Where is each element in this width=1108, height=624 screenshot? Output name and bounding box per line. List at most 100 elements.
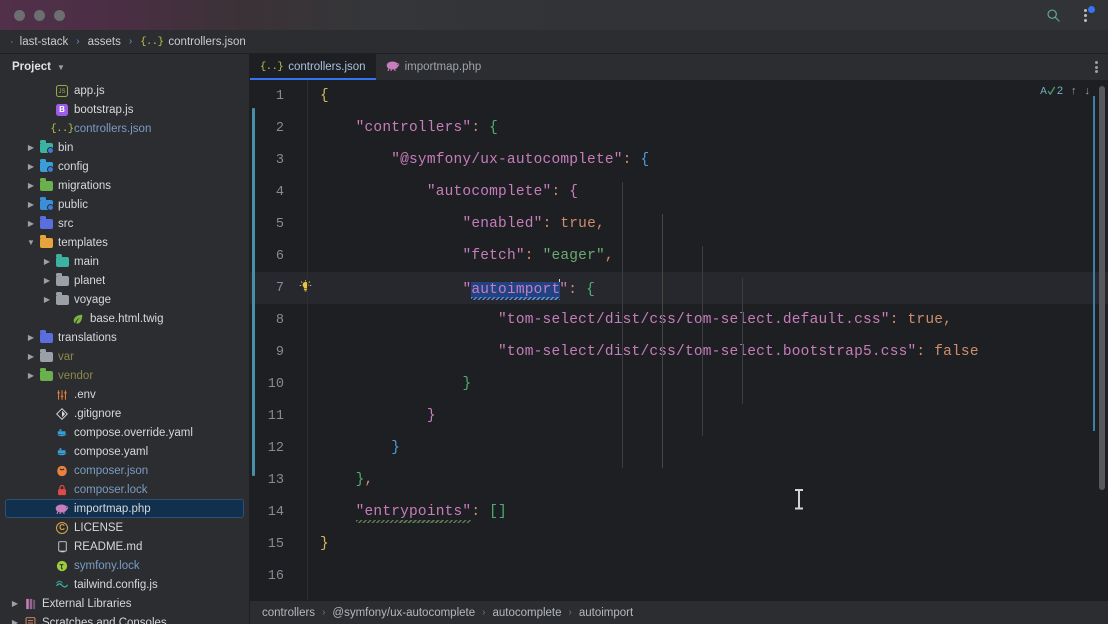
line-number[interactable]: 12 [250, 441, 290, 456]
tree-item-vendor[interactable]: ▶vendor [0, 366, 249, 385]
code-text[interactable]: "autoimport": { [320, 279, 1108, 298]
line-number[interactable]: 10 [250, 377, 290, 392]
chevron-down-icon[interactable]: ▼ [24, 238, 38, 247]
tree-item-scratches-and-consoles[interactable]: ▶Scratches and Consoles [0, 613, 249, 624]
code-line[interactable]: 8 "tom-select/dist/css/tom-select.defaul… [250, 304, 1108, 336]
tree-item-main[interactable]: ▶main [0, 252, 249, 271]
structure-crumb[interactable]: @symfony/ux-autocomplete [332, 607, 475, 619]
maximize-window-button[interactable] [54, 10, 65, 21]
line-number[interactable]: 13 [250, 473, 290, 488]
code-line[interactable]: 11 } [250, 400, 1108, 432]
code-text[interactable]: }, [320, 472, 1108, 488]
code-text[interactable]: "tom-select/dist/css/tom-select.default.… [320, 312, 1108, 328]
editor-scrollbar[interactable] [1099, 86, 1105, 490]
tree-item-importmap-php[interactable]: importmap.php [5, 499, 244, 518]
close-window-button[interactable] [14, 10, 25, 21]
lightbulb-icon[interactable] [290, 280, 320, 297]
breadcrumb-item-assets[interactable]: assets [86, 36, 123, 48]
line-number[interactable]: 11 [250, 409, 290, 424]
selected-token[interactable]: autoimport [471, 282, 560, 298]
tree-item-translations[interactable]: ▶translations [0, 328, 249, 347]
tree-item-voyage[interactable]: ▶voyage [0, 290, 249, 309]
line-number[interactable]: 9 [250, 345, 290, 360]
editor-tab-controllers-json[interactable]: {..}controllers.json [250, 54, 376, 80]
tree-item-planet[interactable]: ▶planet [0, 271, 249, 290]
line-number[interactable]: 5 [250, 217, 290, 232]
line-number[interactable]: 4 [250, 185, 290, 200]
minimize-window-button[interactable] [34, 10, 45, 21]
chevron-right-icon[interactable]: ▶ [24, 181, 38, 190]
line-number[interactable]: 16 [250, 569, 290, 584]
tree-item-symfony-lock[interactable]: symfony.lock [0, 556, 249, 575]
line-number[interactable]: 2 [250, 121, 290, 136]
tree-item-compose-override-yaml[interactable]: compose.override.yaml [0, 423, 249, 442]
tree-item-src[interactable]: ▶src [0, 214, 249, 233]
search-icon[interactable] [1044, 6, 1062, 24]
tree-item-base-html-twig[interactable]: base.html.twig [0, 309, 249, 328]
code-line[interactable]: 6 "fetch": "eager", [250, 240, 1108, 272]
chevron-right-icon[interactable]: ▶ [40, 257, 54, 266]
structure-crumb[interactable]: autocomplete [492, 607, 561, 619]
code-text[interactable]: "tom-select/dist/css/tom-select.bootstra… [320, 344, 1108, 360]
file-tree[interactable]: JSapp.jsBbootstrap.js{..}controllers.jso… [0, 80, 249, 624]
inspection-icon[interactable]: A 2 [1040, 84, 1063, 97]
line-number[interactable]: 15 [250, 537, 290, 552]
code-line[interactable]: 12 } [250, 432, 1108, 464]
code-text[interactable]: "fetch": "eager", [320, 248, 1108, 264]
tree-item-config[interactable]: ▶config [0, 157, 249, 176]
tree-item-controllers-json[interactable]: {..}controllers.json [0, 119, 249, 138]
chevron-right-icon[interactable]: ▶ [24, 200, 38, 209]
line-number[interactable]: 8 [250, 313, 290, 328]
structure-crumb[interactable]: controllers [262, 607, 315, 619]
tree-item-app-js[interactable]: JSapp.js [0, 81, 249, 100]
chevron-right-icon[interactable]: ▶ [24, 333, 38, 342]
code-line[interactable]: 2 "controllers": { [250, 112, 1108, 144]
chevron-right-icon[interactable]: ▶ [24, 143, 38, 152]
chevron-right-icon[interactable]: ▶ [24, 352, 38, 361]
chevron-right-icon[interactable]: ▶ [24, 162, 38, 171]
chevron-down-icon[interactable]: ▼ [57, 63, 65, 72]
line-number[interactable]: 7 [250, 281, 290, 296]
tree-item-gitignore[interactable]: .gitignore [0, 404, 249, 423]
code-line[interactable]: 13 }, [250, 464, 1108, 496]
next-problem-icon[interactable]: ↓ [1085, 85, 1091, 97]
chevron-right-icon[interactable]: ▶ [24, 219, 38, 228]
editor-tab-importmap-php[interactable]: importmap.php [376, 54, 492, 80]
code-text[interactable]: "@symfony/ux-autocomplete": { [320, 152, 1108, 168]
window-controls[interactable] [0, 10, 65, 21]
project-tool-header[interactable]: Project ▼ [0, 54, 249, 80]
tree-item-license[interactable]: CLICENSE [0, 518, 249, 537]
tree-item-composer-lock[interactable]: composer.lock [0, 480, 249, 499]
tree-item-bin[interactable]: ▶bin [0, 138, 249, 157]
code-text[interactable]: } [320, 376, 1108, 392]
code-text[interactable]: } [320, 440, 1108, 456]
code-line[interactable]: 10 } [250, 368, 1108, 400]
chevron-right-icon[interactable]: ▶ [24, 371, 38, 380]
code-text[interactable]: "controllers": { [320, 120, 1108, 136]
line-number[interactable]: 1 [250, 89, 290, 104]
inspection-widget[interactable]: A 2 ↑ ↓ [1040, 84, 1090, 97]
vcs-change-marker[interactable] [252, 108, 255, 476]
prev-problem-icon[interactable]: ↑ [1071, 85, 1077, 97]
tree-item-composer-json[interactable]: composer.json [0, 461, 249, 480]
chevron-right-icon[interactable]: ▶ [40, 276, 54, 285]
tree-item-bootstrap-js[interactable]: Bbootstrap.js [0, 100, 249, 119]
code-text[interactable]: "enabled": true, [320, 216, 1108, 232]
code-line[interactable]: 1{ [250, 80, 1108, 112]
editor-tabs-menu-icon[interactable] [1085, 54, 1108, 80]
line-number[interactable]: 14 [250, 505, 290, 520]
code-lines[interactable]: 1{2 "controllers": {3 "@symfony/ux-autoc… [250, 80, 1108, 592]
line-number[interactable]: 6 [250, 249, 290, 264]
chevron-right-icon[interactable]: ▶ [40, 295, 54, 304]
tree-item-external-libraries[interactable]: ▶External Libraries [0, 594, 249, 613]
chevron-right-icon[interactable]: ▶ [8, 599, 22, 608]
code-text[interactable]: } [320, 536, 1108, 552]
line-number[interactable]: 3 [250, 153, 290, 168]
tree-item-var[interactable]: ▶var [0, 347, 249, 366]
code-area[interactable]: A 2 ↑ ↓ 1{2 "controllers": {3 "@symfony/… [250, 80, 1108, 600]
code-text[interactable]: { [320, 88, 1108, 104]
code-text[interactable]: "entrypoints": [] [320, 504, 1108, 520]
structure-crumb[interactable]: autoimport [579, 607, 633, 619]
code-line[interactable]: 3 "@symfony/ux-autocomplete": { [250, 144, 1108, 176]
more-vertical-icon[interactable] [1076, 6, 1094, 24]
